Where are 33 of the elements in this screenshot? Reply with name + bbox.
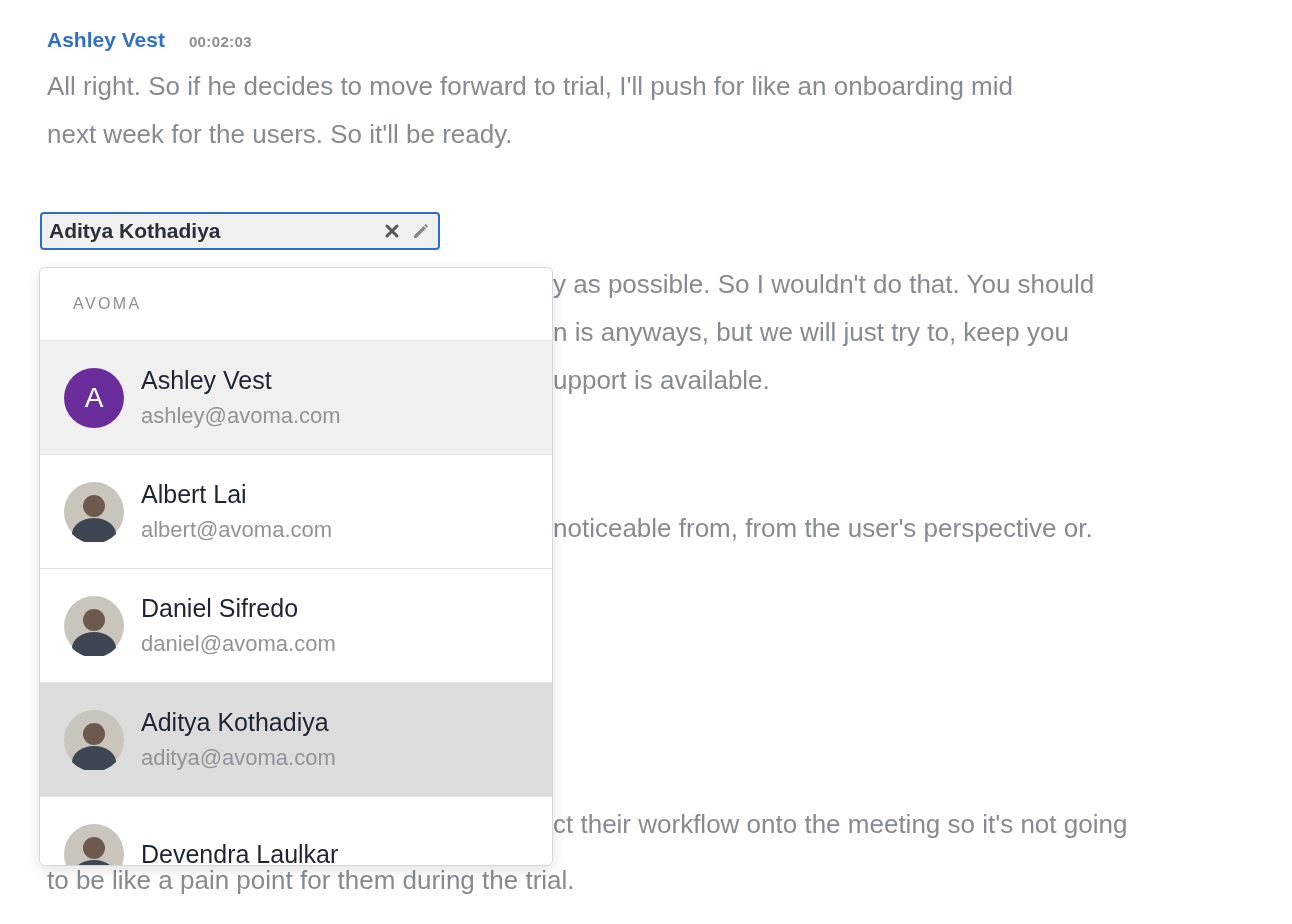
avatar-icon bbox=[64, 709, 124, 770]
person-option[interactable]: Daniel Sifredo daniel@avoma.com bbox=[40, 568, 552, 682]
person-email: albert@avoma.com bbox=[141, 515, 333, 544]
speaker-field[interactable]: Aditya Kothadiya bbox=[40, 211, 440, 250]
transcript-text: noticeable from, from the user's perspective or. bbox=[553, 511, 1094, 545]
pencil-icon[interactable] bbox=[412, 221, 430, 240]
person-name: Albert Lai bbox=[141, 478, 248, 510]
avatar-icon bbox=[64, 823, 124, 865]
speaker-name: Ashley Vest bbox=[47, 27, 165, 53]
person-email: ashley@avoma.com bbox=[141, 401, 341, 430]
person-email: daniel@avoma.com bbox=[141, 629, 336, 658]
person-name: Daniel Sifredo bbox=[141, 592, 300, 624]
person-option[interactable]: Devendra Laulkar bbox=[40, 796, 552, 865]
group-label: AVOMA bbox=[73, 294, 142, 314]
person-name: Ashley Vest bbox=[141, 364, 273, 396]
transcript-text: All right. So if he decides to move forward to trial, I'll push for like an onboarding mid bbox=[47, 69, 1014, 103]
person-name: Devendra Laulkar bbox=[141, 838, 339, 865]
avatar-icon bbox=[64, 595, 124, 656]
person-option[interactable]: Albert Lai albert@avoma.com bbox=[40, 454, 552, 568]
transcript-text: to be like a pain point for them during the trial. bbox=[47, 863, 576, 897]
person-email: aditya@avoma.com bbox=[141, 743, 336, 772]
person-option[interactable]: A Ashley Vest ashley@avoma.com bbox=[40, 340, 552, 454]
transcript-text: n is anyways, but we will just try to, keep you bbox=[553, 315, 1070, 349]
person-name: Aditya Kothadiya bbox=[141, 706, 330, 738]
transcript-text: upport is available. bbox=[553, 363, 771, 397]
transcript-text: y as possible. So I wouldn't do that. You should bbox=[553, 267, 1096, 301]
transcript-text: next week for the users. So it'll be ready. bbox=[47, 117, 514, 151]
timestamp: 00:02:03 bbox=[188, 32, 252, 52]
close-icon[interactable] bbox=[384, 222, 400, 239]
avatar-icon bbox=[64, 481, 124, 542]
avatar: A bbox=[64, 367, 124, 428]
transcript-text: ct their workflow onto the meeting so it's not going bbox=[553, 807, 1129, 841]
person-option[interactable]: Aditya Kothadiya aditya@avoma.com bbox=[40, 682, 552, 796]
